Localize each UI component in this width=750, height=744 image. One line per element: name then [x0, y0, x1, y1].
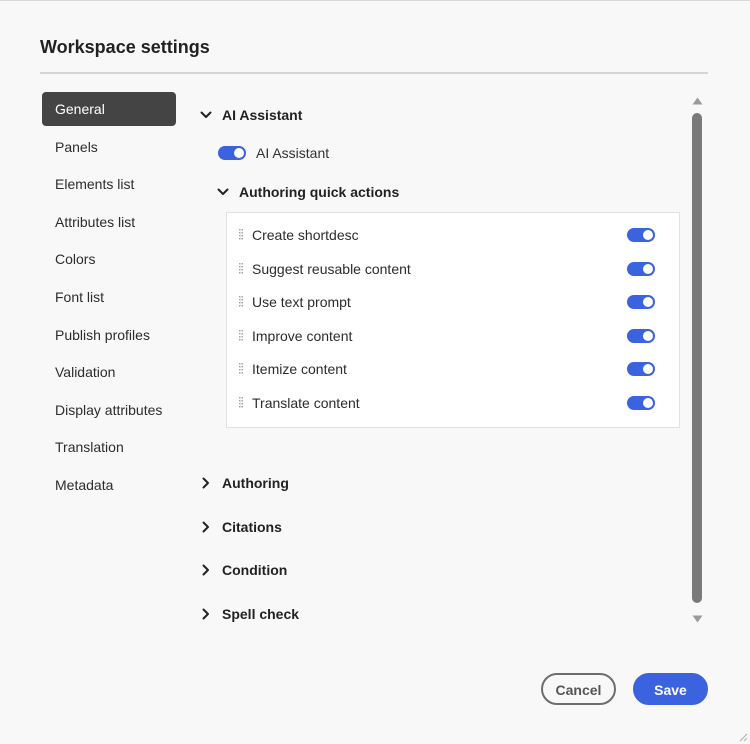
sidebar-item-translation[interactable]: Translation — [42, 430, 176, 464]
quick-action-toggle[interactable] — [627, 295, 655, 309]
workspace-settings-dialog: Workspace settings General Panels Elemen… — [0, 0, 750, 744]
drag-handle-icon[interactable] — [238, 229, 244, 241]
quick-action-item[interactable]: Itemize content — [227, 357, 679, 381]
drag-handle-icon[interactable] — [238, 296, 244, 308]
section-title: Authoring — [222, 475, 289, 491]
section-citations-header[interactable]: Citations — [196, 517, 282, 537]
sidebar-item-validation[interactable]: Validation — [42, 355, 176, 389]
quick-action-label: Use text prompt — [252, 294, 351, 310]
quick-action-item[interactable]: Use text prompt — [227, 290, 679, 314]
chevron-down-icon — [217, 188, 229, 195]
sidebar-item-publish-profiles[interactable]: Publish profiles — [42, 318, 176, 352]
scroll-down-arrow[interactable] — [692, 615, 703, 623]
section-title: AI Assistant — [222, 107, 303, 123]
resize-handle-icon[interactable] — [738, 732, 748, 742]
sidebar-item-display-attributes[interactable]: Display attributes — [42, 393, 176, 427]
chevron-right-icon — [202, 521, 209, 533]
quick-action-label: Improve content — [252, 327, 353, 344]
sidebar-item-elements-list[interactable]: Elements list — [42, 167, 176, 201]
quick-action-label: Create shortdesc — [252, 227, 359, 243]
sidebar-item-general[interactable]: General — [42, 92, 176, 126]
sidebar-item-panels[interactable]: Panels — [42, 130, 176, 164]
quick-actions-list: Create shortdesc Suggest reusable conten… — [226, 212, 680, 428]
settings-sidebar: General Panels Elements list Attributes … — [42, 92, 176, 506]
section-title: Authoring quick actions — [239, 184, 400, 200]
quick-action-toggle[interactable] — [627, 328, 655, 343]
scrollbar-thumb[interactable] — [692, 113, 702, 603]
quick-action-label: Suggest reusable content — [252, 260, 411, 277]
chevron-right-icon — [202, 564, 209, 576]
sidebar-item-metadata[interactable]: Metadata — [42, 468, 176, 502]
drag-handle-icon[interactable] — [238, 262, 244, 275]
sidebar-item-font-list[interactable]: Font list — [42, 280, 176, 314]
section-title: Citations — [222, 519, 282, 535]
quick-action-item[interactable]: Suggest reusable content — [227, 257, 679, 281]
scroll-up-arrow[interactable] — [692, 97, 703, 105]
ai-assistant-toggle[interactable] — [218, 146, 246, 160]
drag-handle-icon[interactable] — [238, 363, 244, 375]
quick-action-item[interactable]: Translate content — [227, 391, 679, 415]
quick-action-label: Translate content — [252, 394, 360, 411]
section-title: Condition — [222, 562, 288, 578]
cancel-button[interactable]: Cancel — [541, 673, 616, 705]
quick-action-toggle[interactable] — [627, 228, 655, 242]
ai-assistant-toggle-row: AI Assistant — [218, 145, 329, 161]
quick-action-toggle[interactable] — [627, 362, 655, 376]
section-quick-actions-header[interactable]: Authoring quick actions — [213, 182, 399, 202]
dialog-title: Workspace settings — [40, 37, 210, 57]
quick-action-item[interactable]: Improve content — [227, 324, 679, 348]
ai-assistant-toggle-label: AI Assistant — [256, 145, 330, 161]
chevron-down-icon — [200, 111, 212, 118]
section-authoring-header[interactable]: Authoring — [196, 473, 289, 493]
quick-action-item[interactable]: Create shortdesc — [227, 223, 679, 247]
quick-action-toggle[interactable] — [627, 395, 655, 410]
drag-handle-icon[interactable] — [238, 396, 244, 409]
section-condition-header[interactable]: Condition — [196, 560, 287, 580]
save-button[interactable]: Save — [633, 673, 708, 705]
sidebar-item-attributes-list[interactable]: Attributes list — [42, 205, 176, 239]
section-title: Spell check — [222, 606, 300, 622]
settings-content: AI Assistant AI Assistant Authoring quic… — [196, 97, 682, 637]
drag-handle-icon[interactable] — [238, 329, 244, 342]
title-divider — [40, 72, 708, 74]
chevron-right-icon — [202, 477, 209, 489]
quick-action-label: Itemize content — [252, 361, 347, 377]
sidebar-item-colors[interactable]: Colors — [42, 242, 176, 276]
quick-action-toggle[interactable] — [627, 261, 655, 276]
chevron-right-icon — [202, 608, 209, 620]
section-spell-check-header[interactable]: Spell check — [196, 604, 299, 624]
section-ai-assistant-header[interactable]: AI Assistant — [196, 105, 302, 125]
